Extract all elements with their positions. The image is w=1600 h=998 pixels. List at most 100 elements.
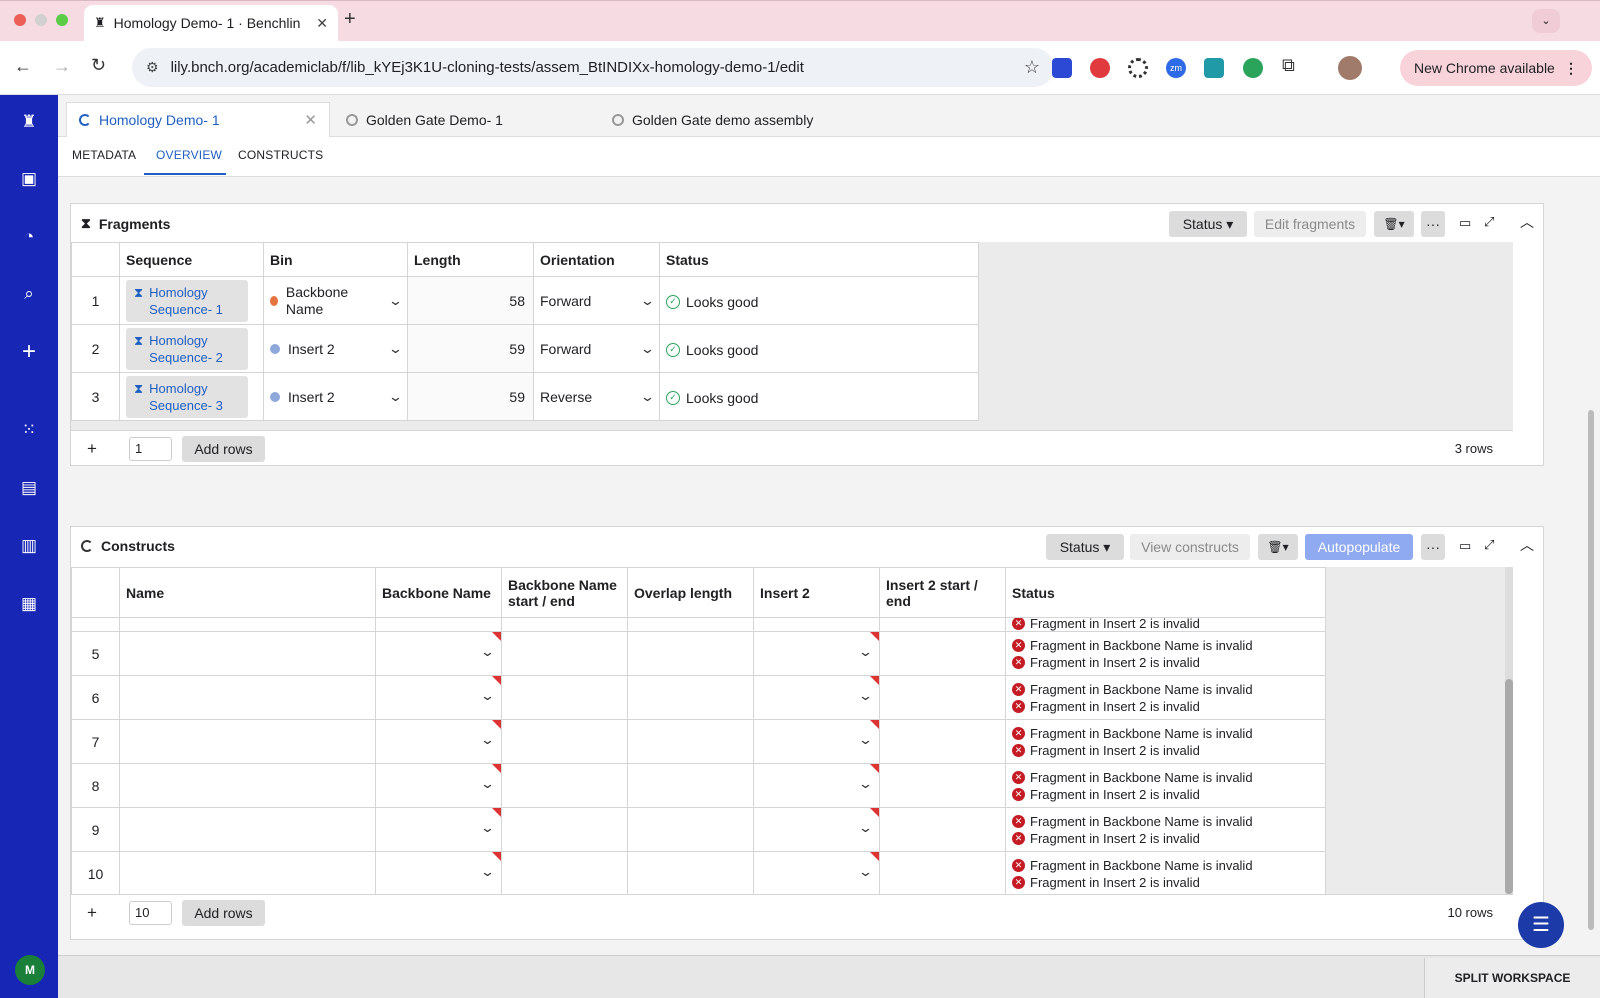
backbone-select-cell[interactable]: ⌄ [375,807,502,852]
extension-benchling-icon[interactable] [1052,58,1072,78]
chevron-down-icon[interactable]: ⌄ [858,864,873,880]
backbone-start-end-cell[interactable] [501,719,628,764]
column-header[interactable]: Bin [263,242,408,277]
table-row[interactable]: 10 ⌄ ⌄ ✕ Fragment in Backbone Name is invali… [71,851,1326,894]
extensions-puzzle-icon[interactable]: ⧉ [1282,55,1295,76]
backbone-start-end-cell[interactable] [501,851,628,894]
new-chrome-button[interactable]: New Chrome available ⋮ [1400,50,1592,86]
extension-gear-icon[interactable] [1128,58,1148,78]
add-rows-button[interactable]: Add rows [182,899,265,926]
chevron-down-icon[interactable]: ⌄ [640,293,655,309]
reload-icon[interactable]: ↻ [91,55,106,76]
overlap-length-cell[interactable] [627,851,754,894]
chevron-down-icon[interactable]: ⌄ [480,732,495,748]
insert-select-cell[interactable]: ⌄ [753,807,880,852]
forward-icon[interactable]: → [53,56,71,77]
status-dropdown-button[interactable]: Status ▾ [1169,211,1247,237]
apps-grid-icon[interactable]: ⁙ [17,418,41,442]
name-cell[interactable] [119,631,376,676]
insert-select-cell[interactable]: ⌄ [753,763,880,808]
chevron-down-icon[interactable]: ⌄ [480,820,495,836]
backbone-select-cell[interactable]: ⌄ [375,763,502,808]
user-avatar[interactable]: M [15,955,45,985]
chevron-down-icon[interactable]: ⌄ [480,688,495,704]
overlap-length-cell[interactable] [627,675,754,720]
table-row[interactable]: 3 ⧗ Homology Sequence- 3 Insert 2 ⌄ 59 Rev… [71,372,979,421]
column-header[interactable]: Backbone Name start / end [501,567,628,618]
kebab-menu-icon[interactable]: ⋮ [1564,60,1578,77]
backbone-select-cell[interactable]: ⌄ [375,631,502,676]
add-row-plus-icon[interactable]: + [71,439,113,459]
backbone-start-end-cell[interactable] [501,675,628,720]
insert-select-cell[interactable]: ⌄ [753,631,880,676]
page-scrollbar-thumb[interactable] [1588,410,1594,930]
address-bar[interactable]: ⚙ lily.bnch.org/academiclab/f/lib_kYEj3K… [132,48,1054,87]
folder-sync-icon[interactable]: ▦ [17,592,41,616]
analytics-chart-icon[interactable]: ▥ [17,534,41,558]
chevron-down-icon[interactable]: ⌄ [640,389,655,405]
column-header[interactable]: Insert 2 start / end [879,567,1006,618]
overlap-length-cell[interactable] [627,763,754,808]
tab-search-icon[interactable]: ⌄ [1532,9,1560,33]
sequence-chip[interactable]: ⧗ Homology Sequence- 1 [126,279,248,322]
name-cell[interactable] [119,675,376,720]
chevron-down-icon[interactable]: ⌄ [388,389,403,405]
new-tab-icon[interactable]: + [344,8,356,31]
bookmark-star-icon[interactable]: ☆ [1024,57,1040,78]
insert-start-end-cell[interactable] [879,719,1006,764]
url-text[interactable]: lily.bnch.org/academiclab/f/lib_kYEj3K1U… [171,59,1012,76]
tab-metadata[interactable]: METADATA [72,148,136,162]
column-header[interactable]: Sequence [119,242,264,277]
insert-select-cell[interactable]: ⌄ [753,851,880,894]
backbone-start-end-cell[interactable] [501,807,628,852]
backbone-select-cell[interactable]: ⌄ [375,851,502,894]
name-cell[interactable] [119,763,376,808]
insert-select-cell[interactable]: ⌄ [753,675,880,720]
chevron-down-icon[interactable]: ⌄ [858,820,873,836]
tab-golden-gate-demo-1[interactable]: Golden Gate Demo- 1 [334,102,596,137]
column-header[interactable]: Overlap length [627,567,754,618]
extension-teal-icon[interactable] [1204,58,1224,78]
back-icon[interactable]: ← [14,56,32,77]
insert-start-end-cell[interactable] [879,675,1006,720]
insert-select-cell[interactable]: ⌄ [753,719,880,764]
benchling-logo-icon[interactable]: ♜ [17,110,41,134]
briefcase-icon[interactable]: ▣ [17,167,41,191]
table-row[interactable]: 5 ⌄ ⌄ ✕ Fragment in Backbone Name is invalid… [71,631,1326,676]
chat-support-icon[interactable]: ☰ [1518,902,1564,948]
close-tab-icon[interactable]: ✕ [316,15,328,32]
expand-icon[interactable]: ⤢ [1484,214,1494,230]
chevron-down-icon[interactable]: ⌄ [858,776,873,792]
profile-avatar[interactable] [1338,56,1362,80]
split-view-icon[interactable]: ▭ [1459,538,1471,554]
backbone-start-end-cell[interactable] [501,631,628,676]
name-cell[interactable] [119,807,376,852]
overlap-length-cell[interactable] [627,719,754,764]
autopopulate-button[interactable]: Autopopulate [1305,534,1413,560]
view-constructs-button[interactable]: View constructs [1130,534,1250,560]
more-options-button[interactable]: ··· [1421,211,1445,237]
table-row[interactable]: 8 ⌄ ⌄ ✕ Fragment in Backbone Name is invalid… [71,763,1326,808]
row-count-input[interactable]: 10 [129,900,172,925]
column-header[interactable]: Name [119,567,376,618]
name-cell[interactable] [119,851,376,894]
browser-tab[interactable]: ♜ Homology Demo- 1 · Benchlin ✕ [84,5,338,41]
chevron-down-icon[interactable]: ⌄ [480,864,495,880]
table-row[interactable]: 6 ⌄ ⌄ ✕ Fragment in Backbone Name is invalid… [71,675,1326,720]
site-info-icon[interactable]: ⚙ [146,59,159,76]
chevron-down-icon[interactable]: ⌄ [858,644,873,660]
add-row-plus-icon[interactable]: + [71,903,113,923]
extension-zoom-icon[interactable]: zm [1166,58,1186,78]
collapse-chevron-icon[interactable]: ︿ [1520,212,1534,232]
scrollbar-thumb[interactable] [1505,679,1513,894]
chevron-down-icon[interactable]: ⌄ [858,688,873,704]
expand-icon[interactable]: ⤢ [1484,537,1494,553]
overlap-length-cell[interactable] [627,807,754,852]
tab-overview[interactable]: OVERVIEW [156,148,222,162]
overlap-length-cell[interactable] [627,631,754,676]
search-icon[interactable]: ⌕ [17,282,41,306]
add-rows-button[interactable]: Add rows [182,435,265,462]
name-cell[interactable] [119,719,376,764]
more-options-button[interactable]: ··· [1421,534,1445,560]
chevron-down-icon[interactable]: ⌄ [858,732,873,748]
